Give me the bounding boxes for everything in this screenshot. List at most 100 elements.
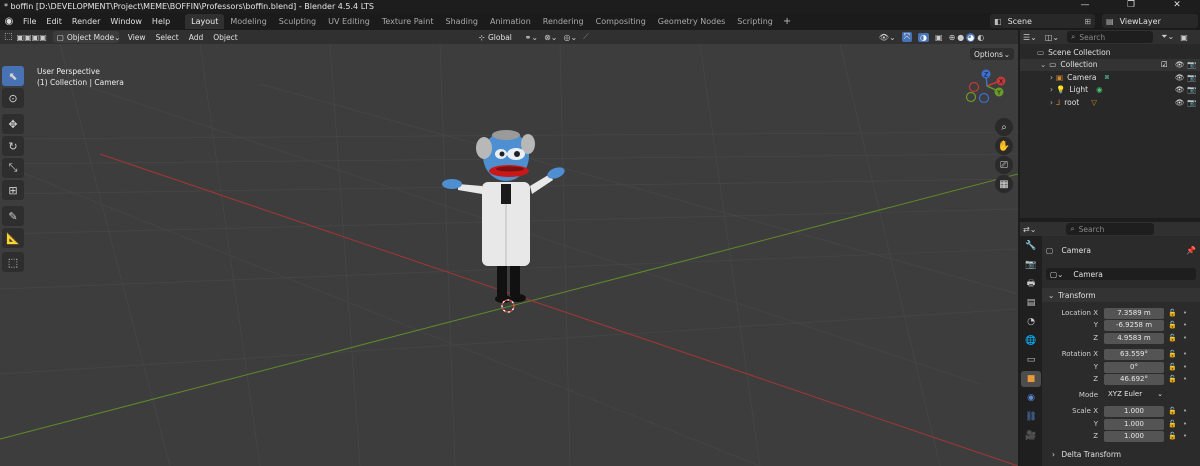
pivot-icon[interactable]: ⚭⌄ bbox=[525, 33, 538, 42]
gizmo-neg-y-icon[interactable] bbox=[965, 91, 977, 103]
options-dropdown[interactable]: Options ⌄ bbox=[970, 48, 1014, 60]
editor-type-icon[interactable]: ⇄⌄ bbox=[1023, 225, 1036, 234]
new-collection-icon[interactable]: ▣ bbox=[1180, 33, 1188, 42]
outliner-item-camera[interactable]: › ▣ Camera ⧈ 👁 📷 bbox=[1020, 71, 1200, 84]
navigation-gizmo[interactable]: Z X Y bbox=[965, 69, 1006, 104]
move-tool-icon[interactable]: ✥ bbox=[2, 114, 24, 134]
world-tab-icon[interactable]: 🌐 bbox=[1021, 333, 1041, 349]
camera-render-icon[interactable]: 📷 bbox=[1187, 73, 1196, 82]
menu-help[interactable]: Help bbox=[147, 13, 175, 30]
menu-object[interactable]: Object bbox=[208, 33, 242, 42]
add-cube-tool-icon[interactable]: ⬚ bbox=[2, 252, 24, 272]
location-x-field[interactable]: 7.3589 m bbox=[1104, 308, 1164, 319]
camera-render-icon[interactable]: 📷 bbox=[1187, 98, 1196, 107]
filter-icon[interactable]: ⏷⌄ bbox=[1161, 32, 1174, 42]
solid-shading-icon[interactable]: ● bbox=[957, 33, 964, 42]
camera-render-icon[interactable]: 📷 bbox=[1187, 85, 1196, 94]
outliner-search-input[interactable]: ⌕ Search bbox=[1067, 31, 1154, 43]
checkbox-icon[interactable]: ☑ bbox=[1161, 60, 1168, 69]
mode-dropdown[interactable]: ▢ Object Mode ⌄ bbox=[52, 31, 120, 43]
close-button[interactable]: ✕ bbox=[1154, 0, 1200, 12]
collection-tab-icon[interactable]: ▭ bbox=[1021, 352, 1041, 368]
blender-logo-icon[interactable]: ◉ bbox=[0, 16, 18, 27]
gizmo-neg-x-icon[interactable] bbox=[968, 81, 980, 93]
cursor-tool-icon[interactable]: ⊙ bbox=[2, 88, 24, 108]
location-y-field[interactable]: -6.9258 m bbox=[1104, 320, 1164, 331]
rotation-x-field[interactable]: 63.559° bbox=[1104, 349, 1164, 360]
wireframe-shading-icon[interactable]: ⊕ bbox=[949, 33, 956, 42]
scale-z-field[interactable]: 1.000 bbox=[1104, 431, 1164, 442]
tab-texture-paint[interactable]: Texture Paint bbox=[376, 14, 440, 29]
menu-edit[interactable]: Edit bbox=[41, 13, 67, 30]
data-tab-icon[interactable]: 🎥 bbox=[1021, 428, 1041, 444]
menu-add[interactable]: Add bbox=[184, 33, 209, 42]
lock-icon[interactable]: 🔓 bbox=[1168, 321, 1177, 329]
keyframe-dot-icon[interactable]: • bbox=[1183, 350, 1187, 358]
keyframe-dot-icon[interactable]: • bbox=[1183, 375, 1187, 383]
eye-icon[interactable]: 👁 bbox=[1175, 98, 1185, 107]
view-layer-tab-icon[interactable]: ▤ bbox=[1021, 295, 1041, 311]
menu-view[interactable]: View bbox=[123, 33, 151, 42]
object-name-field[interactable]: ▢⌄ Camera bbox=[1046, 268, 1196, 280]
outliner-item-light[interactable]: › 💡 Light ◉ 👁 📷 bbox=[1020, 84, 1200, 97]
3d-viewport[interactable]: Z X Y Options ⌄ bbox=[0, 44, 1018, 466]
menu-select[interactable]: Select bbox=[151, 33, 184, 42]
rotate-tool-icon[interactable]: ↻ bbox=[2, 136, 24, 156]
annotate-tool-icon[interactable]: ✎ bbox=[2, 206, 24, 226]
scene-tab-icon[interactable]: ◔ bbox=[1021, 314, 1041, 330]
rotation-mode-dropdown[interactable]: XYZ Euler ⌄ bbox=[1104, 389, 1166, 400]
keyframe-dot-icon[interactable]: • bbox=[1183, 363, 1187, 371]
lock-icon[interactable]: 🔓 bbox=[1168, 334, 1177, 342]
tab-rendering[interactable]: Rendering bbox=[537, 14, 590, 29]
camera-render-icon[interactable]: 📷 bbox=[1187, 60, 1196, 69]
tab-compositing[interactable]: Compositing bbox=[590, 14, 652, 29]
tab-sculpting[interactable]: Sculpting bbox=[273, 14, 322, 29]
constraints-tab-icon[interactable]: ⛓ bbox=[1021, 409, 1041, 425]
chevron-right-icon[interactable]: › bbox=[1050, 85, 1053, 94]
xray-icon[interactable]: ▣ bbox=[935, 33, 943, 42]
physics-tab-icon[interactable]: ◉ bbox=[1021, 390, 1041, 406]
chevron-right-icon[interactable]: › bbox=[1050, 73, 1053, 82]
measure-tool-icon[interactable]: 📐 bbox=[2, 228, 24, 248]
lock-icon[interactable]: 🔓 bbox=[1168, 363, 1177, 371]
tool-tab-icon[interactable]: 🔧 bbox=[1021, 238, 1041, 254]
location-z-field[interactable]: 4.9583 m bbox=[1104, 333, 1164, 344]
proportional-edit-icon[interactable]: ◎⌄ bbox=[563, 33, 577, 42]
lock-icon[interactable]: 🔓 bbox=[1168, 432, 1177, 440]
keyframe-dot-icon[interactable]: • bbox=[1183, 334, 1187, 342]
keyframe-dot-icon[interactable]: • bbox=[1183, 407, 1187, 415]
menu-render[interactable]: Render bbox=[67, 13, 105, 30]
chevron-down-icon[interactable]: ⌄ bbox=[1040, 60, 1046, 69]
lock-icon[interactable]: 🔓 bbox=[1168, 350, 1177, 358]
tab-uv-editing[interactable]: UV Editing bbox=[322, 14, 376, 29]
object-tab-icon[interactable]: ■ bbox=[1021, 371, 1041, 387]
visibility-icon[interactable]: 👁⌄ bbox=[879, 33, 896, 42]
keyframe-dot-icon[interactable]: • bbox=[1183, 309, 1187, 317]
eye-icon[interactable]: 👁 bbox=[1175, 60, 1185, 69]
scale-tool-icon[interactable]: ⤡ bbox=[2, 158, 24, 178]
tab-layout[interactable]: Layout bbox=[185, 14, 225, 29]
outliner-item-root[interactable]: › ⅃ root ▽ 👁 📷 bbox=[1020, 96, 1200, 109]
render-tab-icon[interactable]: 📷 bbox=[1021, 257, 1041, 273]
lock-icon[interactable]: 🔓 bbox=[1168, 420, 1177, 428]
lock-icon[interactable]: 🔓 bbox=[1168, 407, 1177, 415]
eye-icon[interactable]: 👁 bbox=[1175, 85, 1185, 94]
ortho-grid-icon[interactable]: ▦ bbox=[995, 175, 1013, 193]
transform-tool-icon[interactable]: ⊞ bbox=[2, 180, 24, 200]
editor-type-icon[interactable]: ⬚ bbox=[4, 32, 13, 42]
menu-window[interactable]: Window bbox=[105, 13, 147, 30]
pan-hand-icon[interactable]: ✋ bbox=[995, 137, 1013, 155]
menu-file[interactable]: File bbox=[18, 13, 41, 30]
keyframe-dot-icon[interactable]: • bbox=[1183, 321, 1187, 329]
editor-type-icon[interactable]: ☰⌄ bbox=[1023, 33, 1037, 42]
gizmo-toggle-icon[interactable]: ⤧ bbox=[901, 32, 913, 42]
snap-icon[interactable]: ⊗⌄ bbox=[544, 33, 557, 42]
gizmo-neg-z-icon[interactable] bbox=[978, 92, 990, 104]
chevron-right-icon[interactable]: › bbox=[1050, 98, 1053, 107]
maximize-button[interactable]: ❐ bbox=[1108, 0, 1154, 12]
view-layer-selector[interactable]: ▤ ViewLayer bbox=[1102, 14, 1198, 28]
transform-panel-header[interactable]: ⌄ Transform bbox=[1042, 288, 1200, 302]
zoom-icon[interactable]: ⌕ bbox=[995, 118, 1013, 136]
rotation-y-field[interactable]: 0° bbox=[1104, 362, 1164, 373]
tab-shading[interactable]: Shading bbox=[439, 14, 484, 29]
